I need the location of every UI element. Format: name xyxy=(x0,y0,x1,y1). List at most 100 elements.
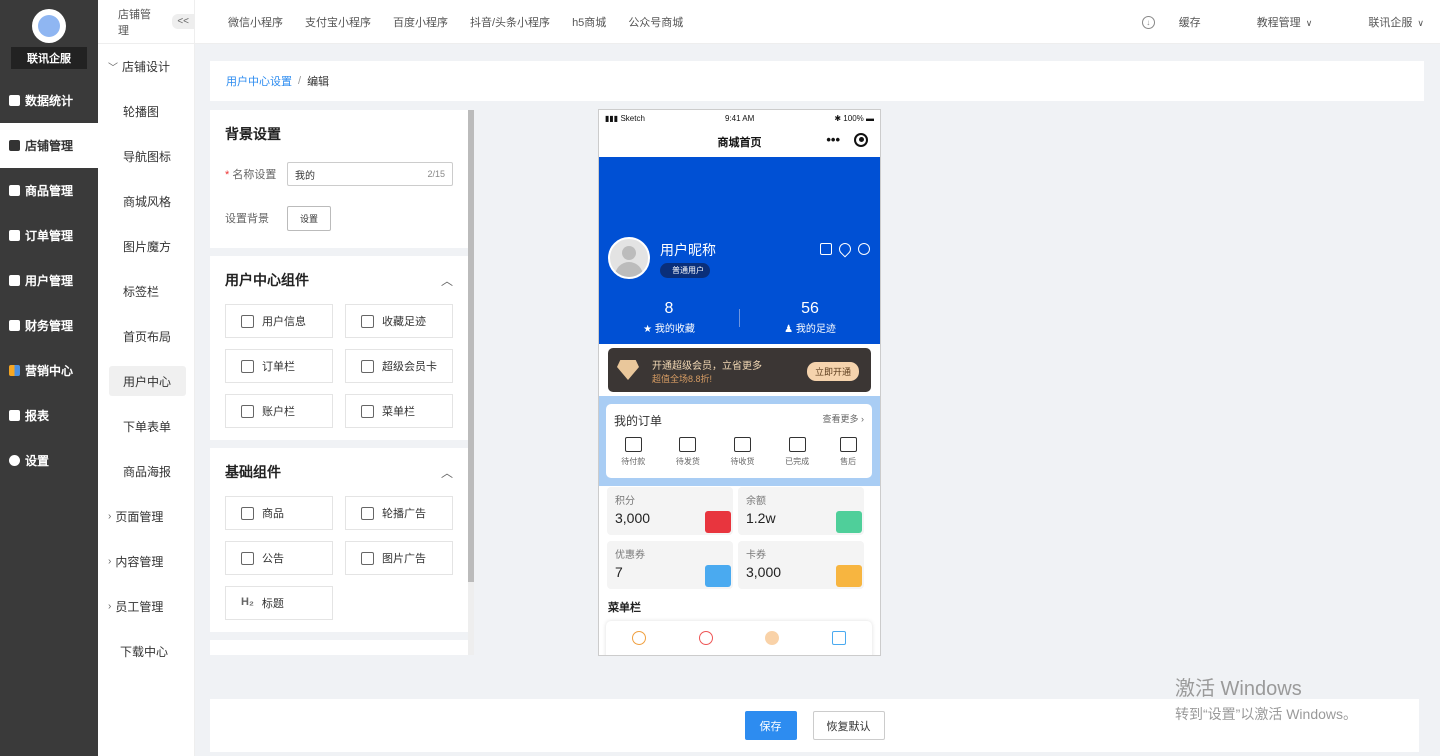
tab-douyin[interactable]: 抖音/头条小程序 xyxy=(470,14,550,30)
tab-baidu[interactable]: 百度小程序 xyxy=(393,14,448,30)
cache-button[interactable]: 缓存 xyxy=(1179,14,1201,30)
chevron-up-icon[interactable]: ︿ xyxy=(441,464,453,481)
component-image-ad[interactable]: 图片广告 xyxy=(345,541,453,575)
asset-cards[interactable]: 卡券 3,000 xyxy=(738,541,864,589)
breadcrumb-link[interactable]: 用户中心设置 xyxy=(226,73,292,89)
component-vip-card[interactable]: 超级会员卡 xyxy=(345,349,453,383)
sub-item-style[interactable]: 商城风格 xyxy=(98,179,194,224)
order-after-sale[interactable]: 售后 xyxy=(839,437,857,467)
component-notice[interactable]: 公告 xyxy=(225,541,333,575)
chevron-up-icon[interactable]: ︿ xyxy=(441,272,453,289)
order-status-label: 售后 xyxy=(840,457,857,466)
asset-balance[interactable]: 余额 1.2w xyxy=(738,487,864,535)
sub-item-tabbar[interactable]: 标签栏 xyxy=(98,269,194,314)
card-title[interactable]: 用户中心组件 ︿ xyxy=(225,256,453,304)
download-icon[interactable]: ↓ xyxy=(1141,15,1155,29)
sub-item-user-center[interactable]: 用户中心 xyxy=(109,366,186,396)
sidebar-item-settings[interactable]: 设置 xyxy=(0,438,98,483)
tab-wechat[interactable]: 微信小程序 xyxy=(228,14,283,30)
component-goods[interactable]: 商品 xyxy=(225,496,333,530)
sub-group-staff[interactable]: › 员工管理 xyxy=(98,584,194,629)
stat-footprints[interactable]: 56 ♟ 我的足迹 xyxy=(740,300,880,335)
tab-h5[interactable]: h5商城 xyxy=(572,14,606,30)
badge-icon[interactable] xyxy=(765,631,780,645)
reset-button[interactable]: 恢复默认 xyxy=(812,711,885,740)
clipboard-icon xyxy=(788,437,806,452)
component-label: 商品 xyxy=(262,508,284,520)
close-target-icon[interactable] xyxy=(854,132,868,147)
panel-scrollbar[interactable] xyxy=(468,110,474,655)
bg-label: 设置背景 xyxy=(225,213,269,225)
char-counter: 2/15 xyxy=(427,169,445,179)
asset-coupons[interactable]: 优惠券 7 xyxy=(607,541,733,589)
scrollbar-thumb[interactable] xyxy=(468,110,474,582)
vip-banner[interactable]: 开通超级会员，立省更多 超值全场8.8折! 立即开通 xyxy=(608,348,871,392)
location-icon[interactable] xyxy=(836,240,854,258)
order-completed[interactable]: 已完成 xyxy=(785,437,809,467)
sub-group-shop-design[interactable]: ﹀ 店铺设计 xyxy=(98,44,194,89)
sidebar-item-orders[interactable]: 订单管理 xyxy=(0,213,98,258)
sidebar-item-finance[interactable]: 财务管理 xyxy=(0,303,98,348)
document-icon[interactable] xyxy=(831,631,846,645)
stat-favorites[interactable]: 8 ★ 我的收藏 xyxy=(599,300,739,335)
carrier: ▮▮▮ Sketch xyxy=(605,114,645,123)
collapse-button[interactable]: << xyxy=(172,14,194,29)
tutorial-menu[interactable]: 教程管理 ∨ xyxy=(1229,14,1313,30)
component-account-bar[interactable]: 账户栏 xyxy=(225,394,333,428)
sidebar-item-report[interactable]: 报表 xyxy=(0,393,98,438)
sub-item-download[interactable]: 下载中心 xyxy=(98,629,194,674)
network-icon[interactable] xyxy=(698,631,713,645)
component-fav-footprint[interactable]: 收藏足迹 xyxy=(345,304,453,338)
clock: 9:41 AM xyxy=(724,113,755,123)
piggy-bank-icon xyxy=(836,511,862,533)
avatar[interactable] xyxy=(608,237,650,279)
sub-group-label: 店铺设计 xyxy=(122,60,171,74)
sub-sidebar-header: 店铺管理 << xyxy=(98,0,194,44)
sub-item-banner[interactable]: 轮播图 xyxy=(98,89,194,134)
battery-icon: ▬ xyxy=(866,113,874,123)
order-pending-payment[interactable]: 待付款 xyxy=(621,437,645,467)
card-title[interactable]: 基础组件 ︿ xyxy=(225,448,453,496)
vip-card-icon xyxy=(361,359,374,373)
component-user-info[interactable]: 用户信息 xyxy=(225,304,333,338)
brand-logo: 联讯企服 xyxy=(0,0,98,78)
brand-name: 联讯企服 xyxy=(11,47,87,69)
more-icon[interactable]: ••• xyxy=(826,132,840,147)
name-input[interactable]: 我的 2/15 xyxy=(287,162,453,186)
sub-group-label: 员工管理 xyxy=(115,600,164,614)
sidebar-item-users[interactable]: 用户管理 xyxy=(0,258,98,303)
sidebar-item-stats[interactable]: 数据统计 xyxy=(0,78,98,123)
tab-alipay[interactable]: 支付宝小程序 xyxy=(305,14,371,30)
asset-points[interactable]: 积分 3,000 xyxy=(607,487,733,535)
vip-open-button[interactable]: 立即开通 xyxy=(806,362,859,381)
sub-item-image-cube[interactable]: 图片魔方 xyxy=(98,224,194,269)
tab-official-account[interactable]: 公众号商城 xyxy=(628,14,683,30)
sub-item-order-form[interactable]: 下单表单 xyxy=(98,404,194,449)
order-pending-ship[interactable]: 待发货 xyxy=(676,437,700,467)
set-bg-button[interactable]: 设置 xyxy=(287,205,332,231)
asset-label: 余额 xyxy=(746,496,766,507)
sub-item-poster[interactable]: 商品海报 xyxy=(98,449,194,494)
component-title[interactable]: H₂ 标题 xyxy=(225,586,333,620)
sub-item-nav-icons[interactable]: 导航图标 xyxy=(98,134,194,179)
order-pending-receive[interactable]: 待收货 xyxy=(730,437,754,467)
orders-more-link[interactable]: 查看更多 › xyxy=(822,412,864,429)
sidebar-item-marketing[interactable]: 营销中心 xyxy=(0,348,98,393)
location-icon[interactable] xyxy=(632,631,647,645)
speaker-icon xyxy=(241,551,254,565)
name-input-value: 我的 xyxy=(295,170,315,182)
save-button[interactable]: 保存 xyxy=(744,711,797,740)
qrcode-icon[interactable] xyxy=(820,243,832,255)
account-menu[interactable]: 联讯企服 ∨ xyxy=(1340,14,1424,30)
sidebar-item-goods[interactable]: 商品管理 xyxy=(0,168,98,213)
sub-group-pages[interactable]: › 页面管理 xyxy=(98,494,194,539)
sub-item-home-layout[interactable]: 首页布局 xyxy=(98,314,194,359)
sidebar-item-shop[interactable]: 店铺管理 xyxy=(0,123,98,168)
settings-icon[interactable] xyxy=(858,243,870,255)
main-sidebar: 联讯企服 数据统计 店铺管理 商品管理 订单管理 用户管理 财务管理 营销中心 … xyxy=(0,0,98,756)
component-menu-bar[interactable]: 菜单栏 xyxy=(345,394,453,428)
sub-group-content[interactable]: › 内容管理 xyxy=(98,539,194,584)
component-carousel-ad[interactable]: 轮播广告 xyxy=(345,496,453,530)
component-order-bar[interactable]: 订单栏 xyxy=(225,349,333,383)
report-icon xyxy=(9,410,20,421)
